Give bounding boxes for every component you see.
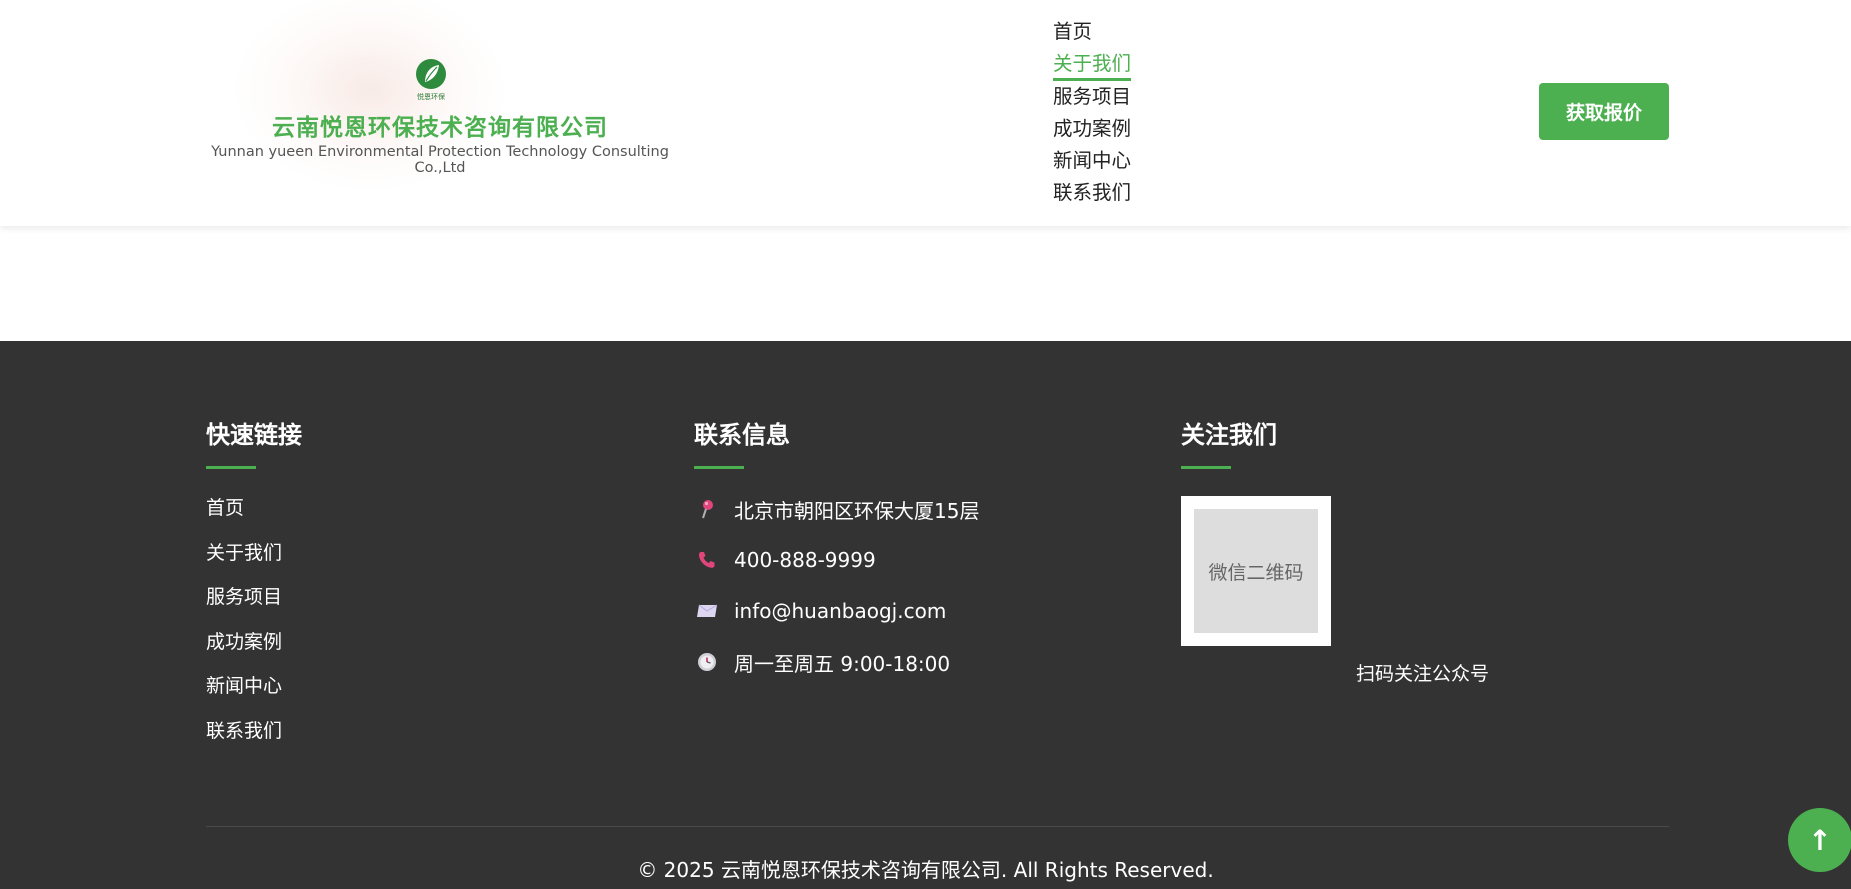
clock-icon bbox=[694, 650, 720, 674]
footer-link-cases[interactable]: 成功案例 bbox=[206, 630, 302, 654]
phone-text: 400-888-9999 bbox=[734, 548, 876, 572]
nav-item-cases[interactable]: 成功案例 bbox=[1053, 113, 1153, 145]
title-underline bbox=[206, 466, 256, 469]
nav-label: 首页 bbox=[1053, 20, 1093, 43]
nav-label: 关于我们 bbox=[1053, 50, 1132, 81]
qr-caption: 扫码关注公众号 bbox=[1356, 663, 1490, 685]
quick-links-list: 首页 关于我们 服务项目 成功案例 新闻中心 联系我们 bbox=[206, 496, 302, 743]
nav-item-news[interactable]: 新闻中心 bbox=[1053, 145, 1153, 177]
site-header: 悦恩环保 云南悦恩环保技术咨询有限公司 Yunnan yueen Environ… bbox=[0, 0, 1851, 226]
get-quote-button[interactable]: 获取报价 bbox=[1539, 83, 1669, 140]
contact-hours: 周一至周五 9:00-18:00 bbox=[694, 649, 979, 676]
email-text: info@huanbaogj.com bbox=[734, 599, 947, 623]
nav-item-services[interactable]: 服务项目 bbox=[1053, 81, 1153, 113]
nav-label: 成功案例 bbox=[1053, 117, 1132, 140]
nav-item-contact[interactable]: 联系我们 bbox=[1053, 177, 1153, 209]
nav-label: 新闻中心 bbox=[1053, 149, 1132, 172]
wechat-qr-code: 微信二维码 bbox=[1181, 496, 1331, 646]
footer-link-home[interactable]: 首页 bbox=[206, 496, 302, 520]
footer-link-services[interactable]: 服务项目 bbox=[206, 585, 302, 609]
company-name-cn: 云南悦恩环保技术咨询有限公司 bbox=[272, 115, 608, 141]
logo[interactable]: 悦恩环保 云南悦恩环保技术咨询有限公司 Yunnan yueen Environ… bbox=[205, 0, 675, 190]
footer-link-news[interactable]: 新闻中心 bbox=[206, 674, 302, 698]
contact-email[interactable]: info@huanbaogj.com bbox=[694, 598, 979, 624]
nav-item-about[interactable]: 关于我们 bbox=[1053, 48, 1153, 81]
nav-item-home[interactable]: 首页 bbox=[1053, 16, 1153, 48]
leaf-icon bbox=[416, 59, 446, 89]
hours-text: 周一至周五 9:00-18:00 bbox=[734, 651, 951, 676]
main-nav: 首页 关于我们 服务项目 成功案例 新闻中心 联系我们 bbox=[1053, 16, 1153, 209]
follow-section: 关注我们 微信二维码 扫码关注公众号 bbox=[1181, 418, 1489, 685]
quick-links-section: 快速链接 首页 关于我们 服务项目 成功案例 新闻中心 联系我们 bbox=[206, 418, 302, 763]
footer-link-contact[interactable]: 联系我们 bbox=[206, 719, 302, 743]
nav-label: 联系我们 bbox=[1053, 181, 1132, 204]
contact-title: 联系信息 bbox=[694, 421, 790, 449]
follow-title: 关注我们 bbox=[1181, 421, 1277, 449]
contact-address: 北京市朝阳区环保大厦15层 bbox=[694, 496, 980, 523]
title-underline bbox=[1181, 466, 1231, 469]
footer-divider bbox=[206, 826, 1669, 827]
map-pin-icon bbox=[694, 497, 720, 521]
site-footer: 快速链接 首页 关于我们 服务项目 成功案例 新闻中心 联系我们 联系信息 北京… bbox=[0, 341, 1851, 889]
quick-links-title: 快速链接 bbox=[206, 421, 302, 449]
logo-mark-text: 悦恩环保 bbox=[417, 93, 445, 101]
back-to-top-button[interactable]: ↑ bbox=[1788, 808, 1851, 872]
address-text: 北京市朝阳区环保大厦15层 bbox=[734, 498, 980, 523]
footer-link-about[interactable]: 关于我们 bbox=[206, 541, 302, 565]
company-name-en: Yunnan yueen Environmental Protection Te… bbox=[211, 144, 669, 176]
contact-list: 北京市朝阳区环保大厦15层 400-888-9999 info@huanbaog… bbox=[694, 496, 980, 676]
title-underline bbox=[694, 466, 744, 469]
contact-section: 联系信息 北京市朝阳区环保大厦15层 400-888-9999 info@hua… bbox=[694, 418, 979, 700]
nav-label: 服务项目 bbox=[1053, 85, 1132, 108]
arrow-up-icon: ↑ bbox=[1808, 823, 1832, 857]
qr-placeholder: 微信二维码 bbox=[1194, 509, 1318, 633]
contact-phone[interactable]: 400-888-9999 bbox=[694, 547, 979, 573]
phone-icon bbox=[694, 548, 720, 572]
copyright-text: © 2025 云南悦恩环保技术咨询有限公司. All Rights Reserv… bbox=[637, 858, 1214, 882]
email-icon bbox=[694, 599, 720, 623]
